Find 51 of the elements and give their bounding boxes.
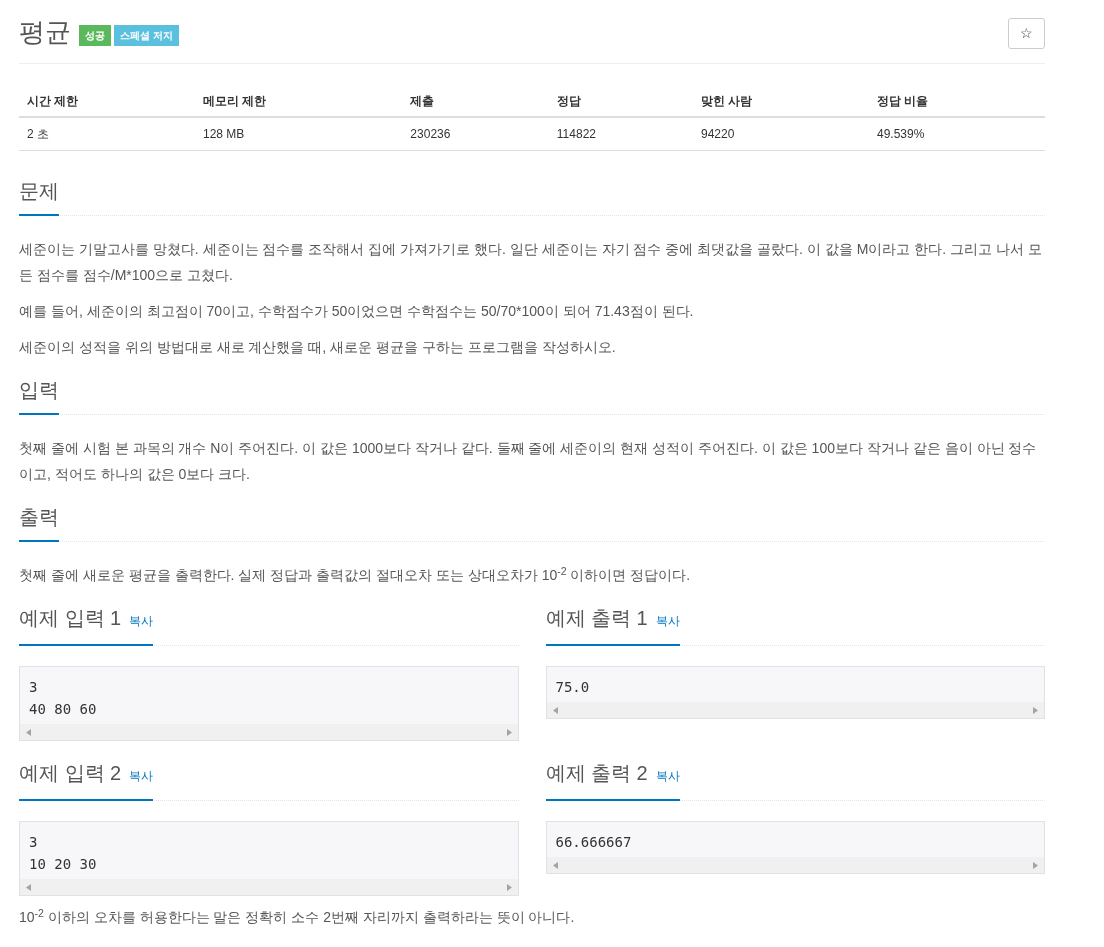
table-cell: 230236 — [410, 127, 451, 141]
scroll-left-icon[interactable] — [552, 706, 558, 714]
copy-link[interactable]: 복사 — [655, 607, 680, 635]
table-cell: 2 초 — [27, 127, 49, 141]
code-line: 40 80 60 — [29, 700, 98, 719]
scroll-right-icon[interactable] — [506, 728, 512, 736]
horizontal-scrollbar[interactable] — [20, 724, 518, 740]
scroll-left-icon[interactable] — [26, 728, 31, 736]
column-header: 시간 제한 — [27, 94, 79, 108]
copy-link[interactable]: 복사 — [129, 762, 154, 790]
column-header: 제출 — [410, 94, 435, 108]
section-heading: 입력 — [19, 376, 59, 415]
scroll-left-icon[interactable] — [552, 861, 558, 869]
horizontal-scrollbar[interactable] — [546, 702, 1044, 718]
code-line: 66.666667 — [555, 833, 633, 852]
status-badge: 성공 — [79, 25, 111, 46]
sample-heading: 예제 입력 2 복사 — [19, 759, 154, 801]
code-line: 10 20 30 — [29, 855, 98, 874]
horizontal-scrollbar[interactable] — [546, 857, 1044, 873]
scroll-left-icon[interactable] — [26, 883, 31, 891]
section-heading: 출력 — [19, 503, 59, 542]
table-cell: 114822 — [556, 127, 596, 141]
column-header: 정답 비율 — [876, 94, 929, 108]
sample-heading: 예제 출력 2 복사 — [545, 759, 680, 801]
code-line: 3 — [29, 833, 39, 852]
paragraph: 첫째 줄에 새로운 평균을 출력한다. 실제 정답과 출력값의 절대오차 또는 상대오차가 10$^{-2}$ 이하이면 정답이다. — [19, 563, 692, 585]
table-cell: 49.539% — [876, 127, 925, 141]
paragraph: 세준이의 성적을 위의 방법대로 새로 계산했을 때, 새로운 평균을 구하는 프로그램을 작성하시오. — [19, 338, 617, 357]
star-button[interactable]: ☆ — [1008, 17, 1045, 49]
column-header: 메모리 제한 — [203, 94, 267, 108]
note-paragraph: 10$^{-2}$ 이하의 오차를 허용한다는 말은 정확히 소수 2번째 자리까지 출력하라는 뜻이 아니다. — [19, 905, 576, 927]
problem-title: 평균 — [19, 16, 71, 49]
sample-heading: 예제 출력 1 복사 — [545, 604, 680, 646]
table-cell: 128 MB — [203, 127, 245, 141]
paragraph: 예를 들어, 세준이의 최고점이 70이고, 수학점수가 50이었으면 수학점수는 50/70*100이 되어 71.43점이 된다. — [19, 302, 695, 321]
code-line: 3 — [29, 678, 39, 697]
column-header: 정답 — [556, 94, 581, 108]
scroll-right-icon[interactable] — [506, 883, 512, 891]
table-cell: 94220 — [700, 127, 735, 141]
section-heading: 문제 — [19, 177, 59, 216]
paragraph: 세준이는 기말고사를 망쳤다. 세준이는 점수를 조작해서 집에 가져가기로 했다. 일단 세준이는 자기 점수 중에 최댓값을 골랐다. 이 값을 M이라고 한다. 그리고 나서 모든 점수를 점수/M*100으로 고쳤다. — [19, 240, 1043, 285]
copy-link[interactable]: 복사 — [655, 762, 680, 790]
code-line: 75.0 — [555, 678, 591, 697]
horizontal-scrollbar[interactable] — [20, 879, 518, 895]
status-badge: 스페셜 저지 — [114, 25, 179, 46]
column-header: 맞힌 사람 — [700, 94, 753, 108]
scroll-right-icon[interactable] — [1033, 861, 1038, 869]
sample-heading: 예제 입력 1 복사 — [19, 604, 154, 646]
copy-link[interactable]: 복사 — [129, 607, 154, 635]
scroll-right-icon[interactable] — [1033, 706, 1038, 714]
paragraph: 첫째 줄에 시험 본 과목의 개수 N이 주어진다. 이 값은 1000보다 작거나 같다. 둘째 줄에 세준이의 현재 성적이 주어진다. 이 값은 100보다 작거나 같은 음이 아닌 정수이고, 적어도 하나의 값은 0보다 크다. — [19, 439, 1038, 484]
